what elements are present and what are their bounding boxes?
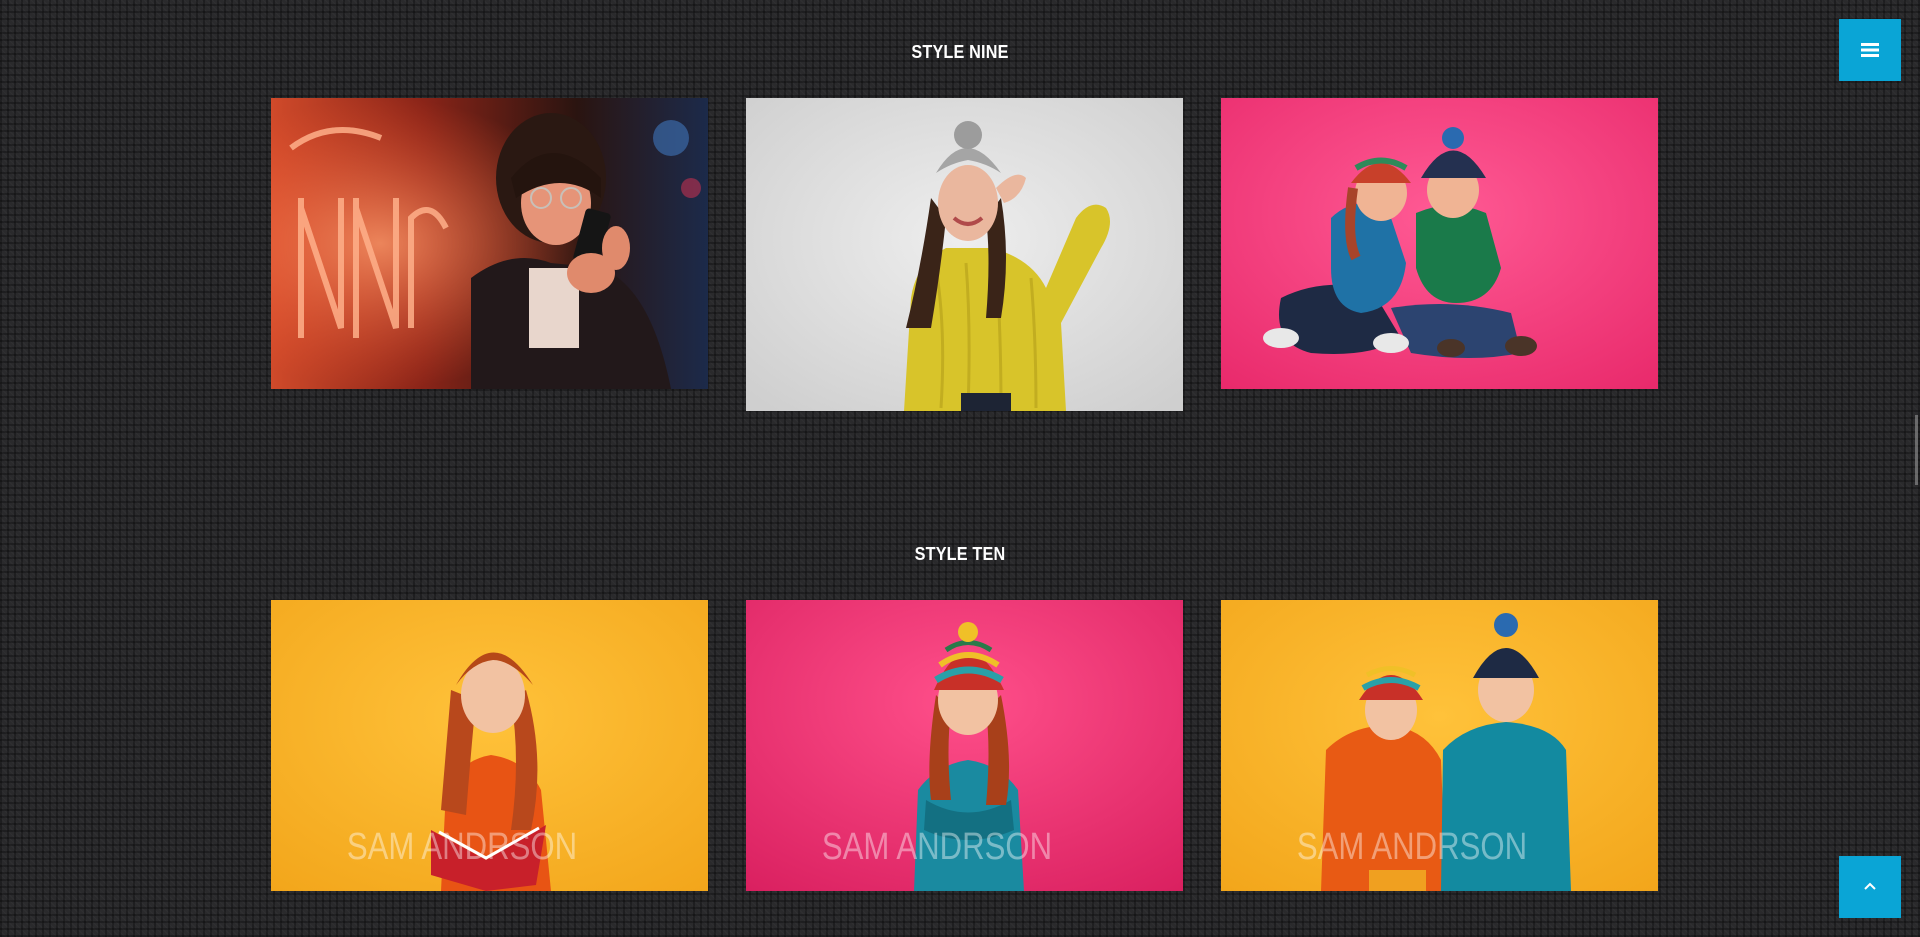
gallery-image-kids-pink[interactable] [1221,98,1658,389]
image-caption: SAM ANDRSON [346,826,578,868]
chevron-up-icon [1864,882,1876,890]
section-title-style-nine: STYLE NINE [911,42,1009,62]
gallery-image-girl-book[interactable]: SAM ANDRSON [271,600,708,891]
image-caption: SAM ANDRSON [1296,826,1528,868]
gallery-image-neon-phone[interactable] [271,98,708,389]
kids-pink-photo [1221,98,1658,389]
scroll-to-top-button[interactable] [1839,856,1901,918]
hamburger-menu-icon [1861,43,1879,57]
image-caption: SAM ANDRSON [821,826,1053,868]
gallery-image-kids-yellow[interactable]: SAM ANDRSON [1221,600,1658,891]
neon-phone-photo [271,98,708,389]
yellow-sweater-photo [746,98,1183,411]
page-scrollbar[interactable] [1915,415,1918,485]
menu-toggle-button[interactable] [1839,19,1901,81]
section-title-style-ten: STYLE TEN [914,544,1006,564]
gallery-image-girl-beanie[interactable]: SAM ANDRSON [746,600,1183,891]
gallery-image-yellow-sweater[interactable] [746,98,1183,411]
